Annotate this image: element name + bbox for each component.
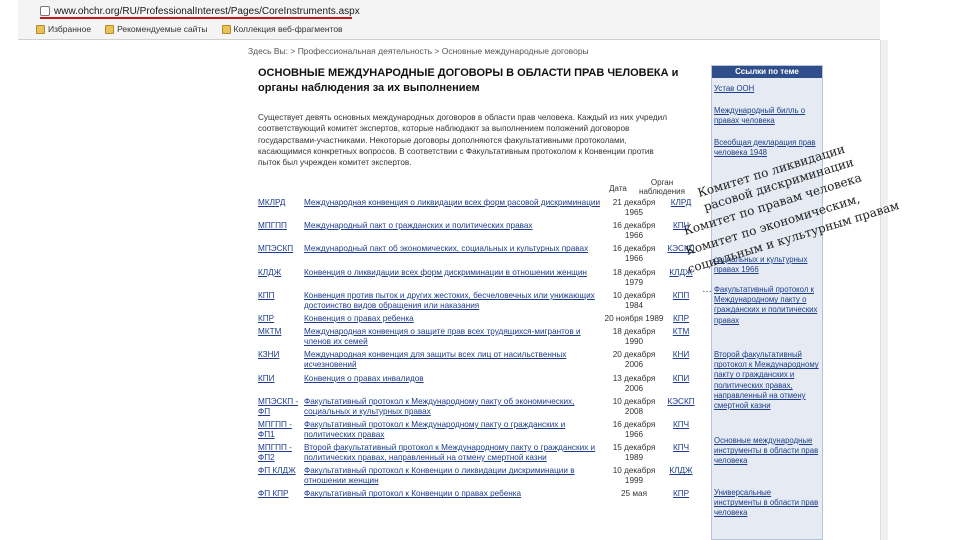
treaty-body-link[interactable]: КТМ [664, 327, 698, 350]
browser-chrome: www.ohchr.org/RU/ProfessionalInterest/Pa… [18, 0, 880, 40]
folder-icon [221, 24, 231, 34]
star-icon [36, 24, 45, 34]
treaty-body-link[interactable]: КПР [664, 489, 698, 502]
treaty-date: 13 декабря 2006 [612, 373, 656, 393]
treaty-name[interactable]: Факультативный протокол к Международному… [304, 420, 604, 443]
table-row: КПИ Конвенция о правах инвалидов 13 декабр… [258, 374, 698, 397]
address-url[interactable]: www.ohchr.org/RU/ProfessionalInterest/Pa… [54, 6, 360, 17]
treaty-body-link[interactable]: КПР [664, 314, 698, 327]
treaty-date: 25 мая [621, 489, 647, 499]
treaty-abbr[interactable]: МКТМ [258, 327, 304, 350]
table-row: КПП Конвенция против пыток и других жесто… [258, 291, 698, 314]
treaty-abbr[interactable]: КПИ [258, 374, 304, 397]
treaty-abbr[interactable]: КЗНИ [258, 350, 304, 373]
treaty-abbr[interactable]: МПГПП - ФП1 [258, 420, 304, 443]
page-title: ОСНОВНЫЕ МЕЖДУНАРОДНЫЕ ДОГОВОРЫ В ОБЛАСТ… [258, 67, 679, 94]
table-row: МПЭСКП - ФП Факультативный протокол к Меж… [258, 397, 698, 420]
table-row: МПГПП - ФП1 Факультативный протокол к Меж… [258, 420, 698, 443]
treaty-date: 10 декабря 2008 [612, 396, 656, 416]
table-row: ФП КПР Факультативный протокол к Конвенци… [258, 489, 698, 502]
treaty-name[interactable]: Международная конвенция о ликвидации все… [304, 198, 604, 221]
treaty-date: 21 декабря 1965 [612, 198, 656, 217]
related-links-sidebar: Ссылки по теме Устав ООН Международный б… [711, 65, 823, 540]
table-row: МКТМ Международная конвенция о защите пра… [258, 327, 698, 350]
table-row: МПЭСКП Международный пакт об экономически… [258, 244, 698, 267]
treaty-abbr[interactable]: КЛДЖ [258, 268, 304, 291]
breadcrumb: Здесь Вы: > Профессиональная деятельност… [248, 46, 589, 56]
treaty-date: 10 декабря 1984 [612, 290, 656, 310]
treaty-name[interactable]: Международный пакт об экономических, соц… [304, 244, 604, 267]
treaty-name[interactable]: Международная конвенция о защите прав вс… [304, 327, 604, 350]
treaty-date: 16 декабря 1966 [612, 419, 656, 439]
treaty-date: 15 декабря 1989 [612, 443, 656, 463]
table-row: КЛДЖ Конвенция о ликвидации всех форм дис… [258, 268, 698, 291]
treaty-name[interactable]: Факультативный протокол к Международному… [304, 397, 604, 420]
table-row: ФП КЛДЖ Факультативный протокол к Конвенц… [258, 466, 698, 489]
column-header-date: Дата [609, 184, 627, 193]
url-underline [40, 17, 352, 19]
treaty-date: 20 декабря 2006 [612, 350, 656, 370]
address-bar[interactable]: www.ohchr.org/RU/ProfessionalInterest/Pa… [40, 4, 360, 18]
treaty-abbr[interactable]: МПГПП [258, 221, 304, 244]
treaty-abbr[interactable]: МПЭСКП [258, 244, 304, 267]
treaty-body-link[interactable]: КПЧ [664, 443, 698, 466]
treaty-abbr[interactable]: МКЛРД [258, 198, 304, 221]
table-row: МПГПП - ФП2 Второй факультативный протоко… [258, 443, 698, 466]
treaty-name[interactable]: Факультативный протокол к Конвенции о пр… [304, 489, 604, 502]
treaty-name[interactable]: Факультативный протокол к Конвенции о ли… [304, 466, 604, 489]
treaty-abbr[interactable]: МПГПП - ФП2 [258, 443, 304, 466]
folder-icon [105, 24, 115, 34]
column-header-body: Орган наблюдения [639, 178, 685, 196]
treaty-name[interactable]: Второй факультативный протокол к Междуна… [304, 443, 604, 466]
sidebar-link[interactable]: Устав ООН [714, 84, 820, 94]
favorites-item[interactable]: Избранное [36, 22, 91, 36]
treaty-date: 20 ноября 1989 [604, 313, 664, 323]
sidebar-link[interactable]: Основные международные инструменты в обл… [714, 436, 820, 467]
treaty-date: 16 декабря 1966 [612, 244, 656, 264]
treaty-name[interactable]: Международная конвенция для защиты всех … [304, 350, 604, 373]
treaty-name[interactable]: Конвенция о ликвидации всех форм дискрим… [304, 268, 604, 291]
treaty-abbr[interactable]: ФП КПР [258, 489, 304, 502]
sidebar-link[interactable]: Второй факультативный протокол к Междуна… [714, 350, 820, 411]
treaty-abbr[interactable]: КПП [258, 291, 304, 314]
treaty-body-link[interactable]: КНИ [664, 350, 698, 373]
treaty-body-link[interactable]: КЭСКП [664, 397, 698, 420]
treaties-table: МКЛРД Международная конвенция о ликвидаци… [258, 198, 698, 503]
treaty-name[interactable]: Конвенция о правах ребенка [304, 314, 604, 327]
favorites-item[interactable]: Коллекция веб-фрагментов [221, 22, 343, 36]
treaty-date: 16 декабря 1966 [612, 221, 656, 241]
treaty-body-link[interactable]: КЛДЖ [664, 466, 698, 489]
intro-paragraph: Существует девять основных международных… [258, 113, 668, 168]
treaty-date: 18 декабря 1990 [612, 327, 656, 347]
favorites-item[interactable]: Рекомендуемые сайты [105, 22, 208, 36]
treaty-abbr[interactable]: ФП КЛДЖ [258, 466, 304, 489]
table-row: КПР Конвенция о правах ребенка 20 ноября 1… [258, 314, 698, 327]
treaty-abbr[interactable]: МПЭСКП - ФП [258, 397, 304, 420]
treaty-abbr[interactable]: КПР [258, 314, 304, 327]
page-icon [40, 6, 50, 16]
treaty-body-link[interactable]: КПП [664, 291, 698, 314]
sidebar-heading: Ссылки по теме [712, 66, 822, 78]
treaty-name[interactable]: Конвенция против пыток и других жестоких… [304, 291, 604, 314]
treaty-body-link[interactable]: КПИ [664, 374, 698, 397]
treaty-date: 10 декабря 1999 [612, 466, 656, 486]
table-row: МПГПП Международный пакт о гражданских и … [258, 221, 698, 244]
sidebar-link[interactable]: Факультативный протокол к Международному… [714, 285, 820, 326]
ellipsis-mark: … [702, 284, 712, 295]
treaty-name[interactable]: Международный пакт о гражданских и полит… [304, 221, 604, 244]
favorites-bar: Избранное Рекомендуемые сайты Коллекция … [36, 22, 343, 36]
treaty-body-link[interactable]: КЛРД [664, 198, 698, 221]
table-row: МКЛРД Международная конвенция о ликвидаци… [258, 198, 698, 221]
treaty-body-link[interactable]: КПЧ [664, 420, 698, 443]
sidebar-link[interactable]: Универсальные инструменты в области прав… [714, 488, 820, 519]
treaty-date: 18 декабря 1979 [612, 267, 656, 287]
sidebar-link[interactable]: Международный билль о правах человека [714, 106, 820, 126]
scrollbar[interactable] [880, 40, 888, 540]
treaty-name[interactable]: Конвенция о правах инвалидов [304, 374, 604, 397]
table-row: КЗНИ Международная конвенция для защиты в… [258, 350, 698, 373]
